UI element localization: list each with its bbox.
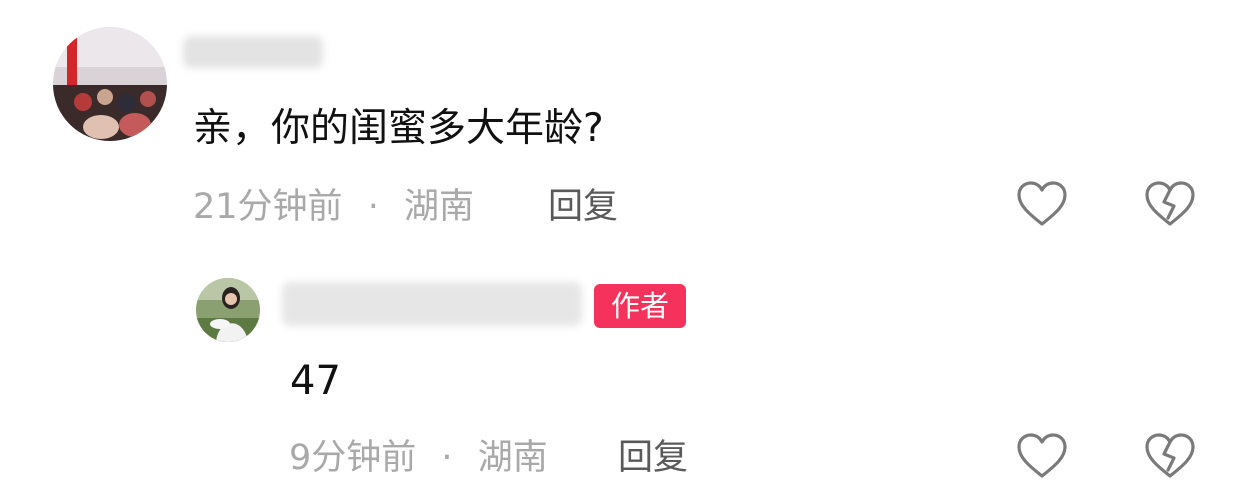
meta-separator: ·: [441, 438, 453, 478]
comment-time: 21分钟前: [193, 187, 343, 227]
commenter-avatar[interactable]: [53, 27, 167, 141]
comment-text: 亲，你的闺蜜多大年龄?: [193, 106, 604, 151]
author-avatar[interactable]: [196, 278, 260, 342]
commenter-username-blurred[interactable]: [183, 36, 323, 68]
comment-location: 湖南: [403, 187, 474, 227]
heart-outline-icon[interactable]: [1016, 432, 1068, 480]
author-username-blurred[interactable]: [282, 282, 582, 326]
reply-location: 湖南: [477, 438, 548, 478]
reply-meta: 9分钟前 · 湖南: [289, 435, 548, 481]
comment-list: 亲，你的闺蜜多大年龄? 21分钟前 · 湖南 回复 作者 47 9分钟前 · 湖…: [0, 0, 1260, 498]
reply-time: 9分钟前: [289, 438, 417, 478]
heart-outline-icon[interactable]: [1016, 180, 1068, 228]
reply-reply-button[interactable]: 回复: [618, 435, 688, 481]
reply-text: 47: [290, 358, 341, 404]
author-badge: 作者: [594, 284, 686, 328]
meta-separator: ·: [367, 187, 379, 227]
reply-button[interactable]: 回复: [548, 184, 618, 230]
broken-heart-outline-icon[interactable]: [1144, 180, 1196, 228]
comment-meta: 21分钟前 · 湖南: [193, 184, 474, 230]
broken-heart-outline-icon[interactable]: [1144, 432, 1196, 480]
